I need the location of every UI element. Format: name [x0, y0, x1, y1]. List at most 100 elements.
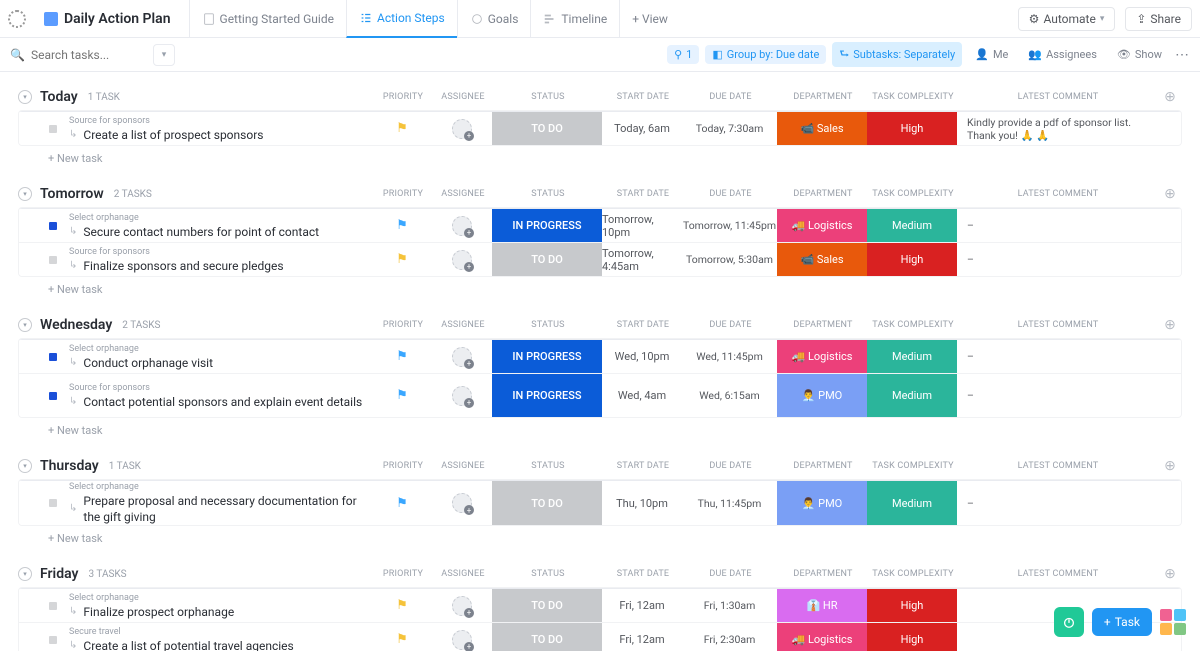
cell-status[interactable]: TO DO [492, 243, 602, 276]
cell-complexity[interactable]: Medium [867, 481, 957, 525]
collapse-icon[interactable]: ▾ [18, 90, 32, 104]
add-view-button[interactable]: + View [619, 0, 680, 38]
tab-getting-started[interactable]: Getting Started Guide [189, 0, 346, 38]
task-title[interactable]: ↳Create a list of prospect sponsors [69, 127, 372, 143]
share-button[interactable]: ⇪ Share [1125, 7, 1192, 31]
task-title[interactable]: ↳Finalize prospect orphanage [69, 604, 372, 620]
cell-comment[interactable]: – [957, 374, 1157, 417]
cell-status[interactable]: TO DO [492, 623, 602, 651]
add-column-button[interactable]: ⊕ [1158, 458, 1182, 474]
search-input[interactable] [31, 48, 141, 62]
task-row[interactable]: Select orphanage ↳Secure contact numbers… [19, 208, 1181, 242]
cell-assignee[interactable] [432, 481, 492, 525]
cell-assignee[interactable] [432, 209, 492, 242]
me-chip[interactable]: 👤 Me [968, 45, 1015, 64]
cell-status[interactable]: TO DO [492, 481, 602, 525]
add-column-button[interactable]: ⊕ [1158, 317, 1182, 333]
collapse-icon[interactable]: ▾ [18, 318, 32, 332]
status-square-icon[interactable] [49, 222, 57, 230]
cell-assignee[interactable] [432, 623, 492, 651]
cell-start-date[interactable]: Thu, 10pm [602, 481, 682, 525]
show-chip[interactable]: 👁 Show [1110, 45, 1169, 64]
cell-department[interactable]: 🚚 Logistics [777, 209, 867, 242]
cell-complexity[interactable]: High [867, 112, 957, 145]
task-row[interactable]: Source for sponsors ↳Contact potential s… [19, 373, 1181, 417]
task-row[interactable]: Source for sponsors ↳Finalize sponsors a… [19, 242, 1181, 276]
cell-due-date[interactable]: Fri, 2:30am [682, 623, 777, 651]
status-square-icon[interactable] [49, 636, 57, 644]
cell-assignee[interactable] [432, 112, 492, 145]
cell-priority[interactable]: ⚑ [372, 374, 432, 417]
group-by-chip[interactable]: ◧ Group by: Due date [705, 45, 826, 64]
tab-timeline[interactable]: Timeline [530, 0, 619, 38]
cell-department[interactable]: 🚚 Logistics [777, 340, 867, 373]
cell-complexity[interactable]: High [867, 243, 957, 276]
cell-department[interactable]: 👔 HR [777, 589, 867, 622]
cell-due-date[interactable]: Tomorrow, 5:30am [682, 243, 777, 276]
record-button[interactable] [1054, 607, 1084, 637]
task-title[interactable]: ↳Finalize sponsors and secure pledges [69, 258, 372, 274]
task-row[interactable]: Select orphanage ↳Conduct orphanage visi… [19, 339, 1181, 373]
status-square-icon[interactable] [49, 353, 57, 361]
cell-start-date[interactable]: Wed, 4am [602, 374, 682, 417]
tab-goals[interactable]: Goals [457, 0, 531, 38]
cell-comment[interactable]: – [957, 243, 1157, 276]
cell-department[interactable]: 🚚 Logistics [777, 623, 867, 651]
apps-button[interactable] [1160, 609, 1186, 635]
cell-due-date[interactable]: Wed, 6:15am [682, 374, 777, 417]
task-title[interactable]: ↳Secure contact numbers for point of con… [69, 224, 372, 240]
task-row[interactable]: Source for sponsors ↳Create a list of pr… [19, 111, 1181, 145]
new-task-fab[interactable]: + Task [1092, 608, 1152, 636]
cell-department[interactable]: 📹 Sales [777, 112, 867, 145]
cell-department[interactable]: 👨‍💼 PMO [777, 481, 867, 525]
status-square-icon[interactable] [49, 602, 57, 610]
cell-start-date[interactable]: Fri, 12am [602, 623, 682, 651]
cell-priority[interactable]: ⚑ [372, 209, 432, 242]
task-row[interactable]: Select orphanage ↳Prepare proposal and n… [19, 480, 1181, 525]
cell-start-date[interactable]: Tomorrow, 4:45am [602, 243, 682, 276]
cell-priority[interactable]: ⚑ [372, 340, 432, 373]
cell-status[interactable]: IN PROGRESS [492, 209, 602, 242]
cell-comment[interactable]: – [957, 209, 1157, 242]
list-title[interactable]: Daily Action Plan [34, 11, 181, 27]
cell-department[interactable]: 👨‍💼 PMO [777, 374, 867, 417]
filter-count-chip[interactable]: ⚲ 1 [667, 45, 699, 64]
cell-assignee[interactable] [432, 340, 492, 373]
status-square-icon[interactable] [49, 256, 57, 264]
cell-comment[interactable]: – [957, 481, 1157, 525]
new-task-button[interactable]: + New task [18, 526, 1182, 545]
new-task-button[interactable]: + New task [18, 277, 1182, 296]
cell-due-date[interactable]: Thu, 11:45pm [682, 481, 777, 525]
task-row[interactable]: Secure travel ↳Create a list of potentia… [19, 622, 1181, 651]
collapse-icon[interactable]: ▾ [18, 567, 32, 581]
cell-priority[interactable]: ⚑ [372, 589, 432, 622]
cell-due-date[interactable]: Fri, 1:30am [682, 589, 777, 622]
automate-button[interactable]: ⚙ Automate ▾ [1018, 7, 1116, 31]
status-square-icon[interactable] [49, 499, 57, 507]
add-column-button[interactable]: ⊕ [1158, 89, 1182, 105]
cell-complexity[interactable]: Medium [867, 340, 957, 373]
status-square-icon[interactable] [49, 392, 57, 400]
cell-complexity[interactable]: High [867, 623, 957, 651]
cell-due-date[interactable]: Tomorrow, 11:45pm [682, 209, 777, 242]
cell-start-date[interactable]: Wed, 10pm [602, 340, 682, 373]
cell-due-date[interactable]: Wed, 11:45pm [682, 340, 777, 373]
cell-assignee[interactable] [432, 243, 492, 276]
cell-complexity[interactable]: Medium [867, 209, 957, 242]
cell-assignee[interactable] [432, 589, 492, 622]
task-row[interactable]: Select orphanage ↳Finalize prospect orph… [19, 588, 1181, 622]
cell-start-date[interactable]: Today, 6am [602, 112, 682, 145]
cell-comment[interactable]: – [957, 340, 1157, 373]
add-column-button[interactable]: ⊕ [1158, 186, 1182, 202]
cell-complexity[interactable]: Medium [867, 374, 957, 417]
cell-priority[interactable]: ⚑ [372, 112, 432, 145]
cell-priority[interactable]: ⚑ [372, 243, 432, 276]
new-task-button[interactable]: + New task [18, 418, 1182, 437]
search-caret[interactable]: ▾ [153, 44, 175, 66]
subtasks-chip[interactable]: ⮑ Subtasks: Separately [832, 42, 962, 67]
new-task-button[interactable]: + New task [18, 146, 1182, 165]
cell-status[interactable]: TO DO [492, 589, 602, 622]
cell-start-date[interactable]: Tomorrow, 10pm [602, 209, 682, 242]
cell-start-date[interactable]: Fri, 12am [602, 589, 682, 622]
task-title[interactable]: ↳Prepare proposal and necessary document… [69, 493, 372, 525]
